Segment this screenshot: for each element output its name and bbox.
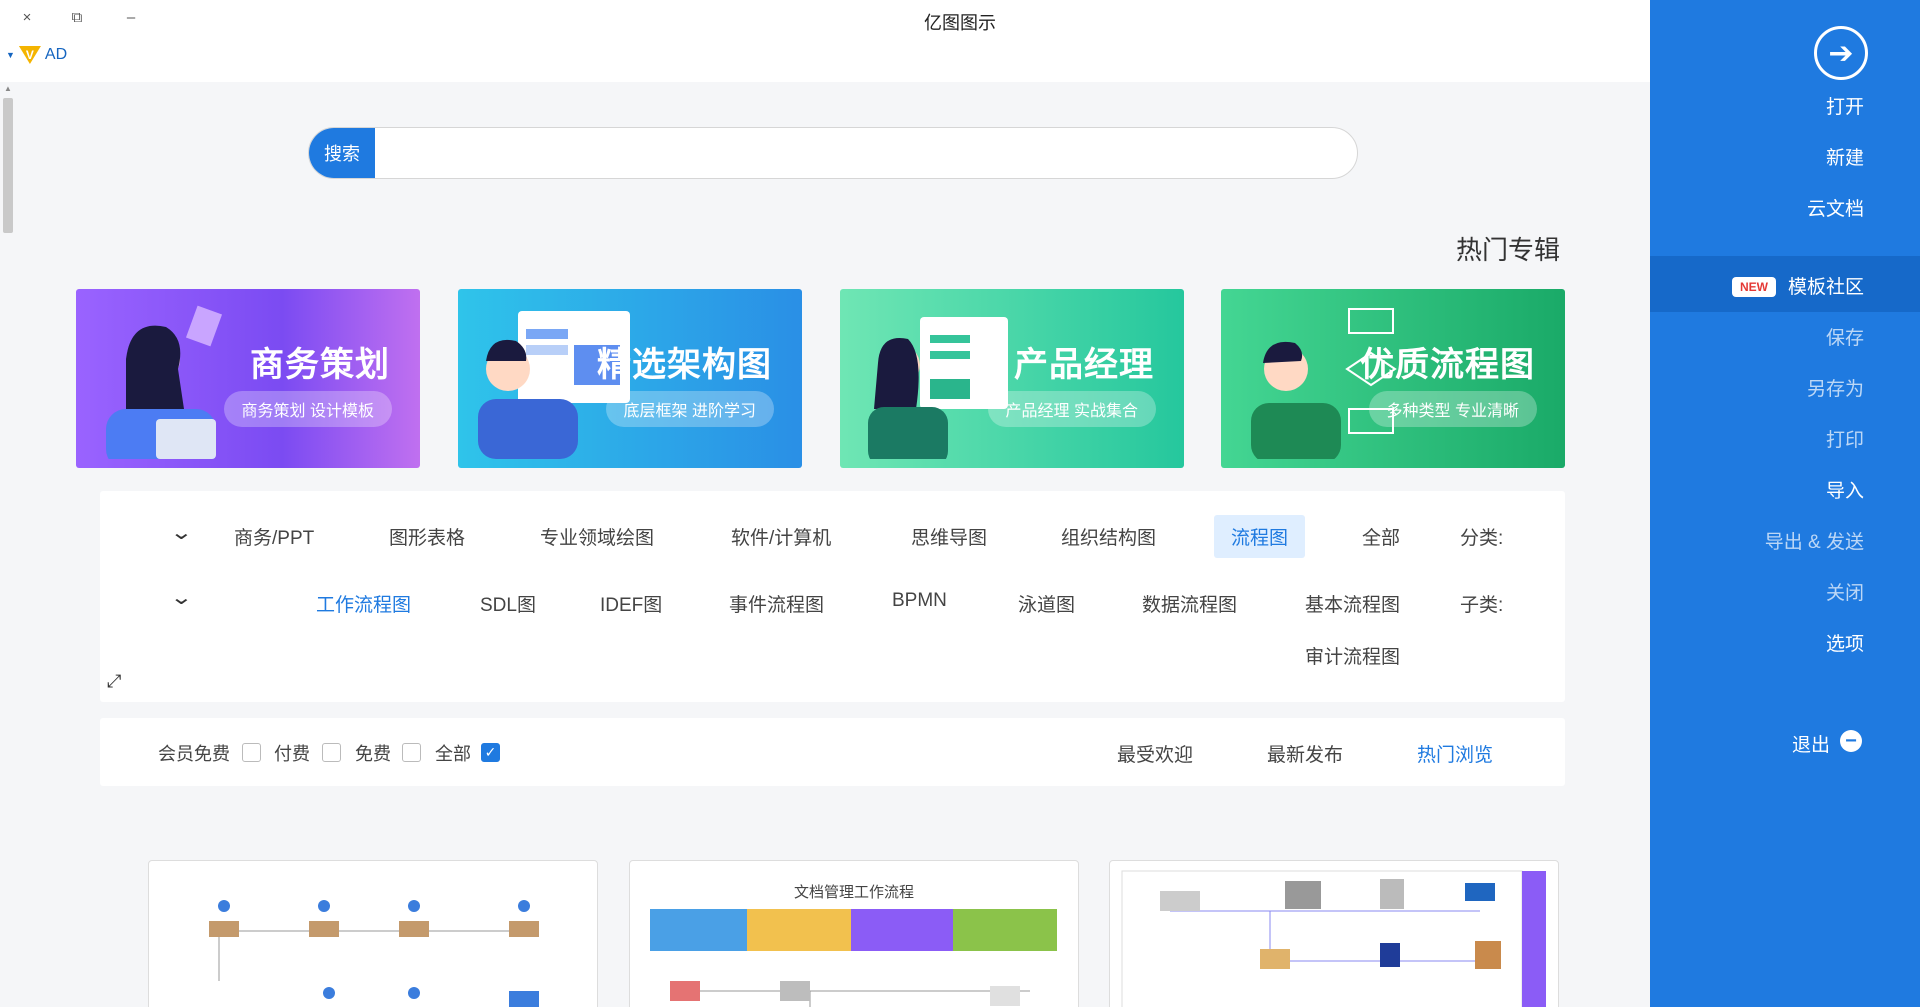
banner-title: 商务策划 [250, 346, 390, 384]
sidebar-item-exit[interactable]: 退出 [1792, 730, 1830, 757]
chevron-down-icon[interactable]: ⌄ [170, 520, 193, 545]
template-card[interactable] [1109, 860, 1559, 1007]
banner-title: 产品经理 [1014, 346, 1154, 384]
checkbox-paid[interactable] [322, 743, 341, 762]
account-name: AD [44, 46, 68, 63]
subcategory-workflow[interactable]: 工作流程图 [316, 590, 411, 617]
checkbox-member-free[interactable] [242, 743, 261, 762]
scrollbar-thumb[interactable] [3, 98, 13, 233]
minus-circle-icon: − [1840, 730, 1862, 752]
sidebar-item-open[interactable]: 打开 [1826, 92, 1864, 119]
sort-newest[interactable]: 最新发布 [1267, 740, 1343, 767]
checkbox-free[interactable] [402, 743, 421, 762]
checkbox-free-label: 免费 [355, 744, 391, 764]
subcategory-basic[interactable]: 基本流程图 [1305, 590, 1400, 617]
title-bar: 亿图图示 × ⧉ – [0, 0, 1650, 40]
category-flowchart[interactable]: 流程图 [1214, 515, 1306, 558]
subcategory-data-flow[interactable]: 数据流程图 [1142, 590, 1237, 617]
banner-subtitle: 多种类型 专业清晰 [1368, 391, 1537, 427]
person-illustration-icon [106, 305, 223, 459]
banner-architecture[interactable]: 精选架构图 底层框架 进阶学习 [458, 289, 802, 468]
sort-hot[interactable]: 热门浏览 [1417, 740, 1493, 767]
chevron-down-icon: ▼ [6, 50, 15, 60]
hot-albums-title: 热门专辑 [1456, 235, 1561, 265]
category-business-ppt[interactable]: 商务/PPT [234, 523, 314, 550]
sidebar-item-import[interactable]: 导入 [1826, 476, 1864, 503]
banner-subtitle: 底层框架 进阶学习 [605, 391, 774, 427]
sidebar-item-save[interactable]: 保存 [1826, 323, 1864, 350]
category-all[interactable]: 全部 [1362, 523, 1400, 550]
search-button[interactable]: 搜索 [309, 128, 375, 178]
checkbox-paid-label: 付费 [274, 744, 310, 764]
banner-business-planning[interactable]: 商务策划 商务策划 设计模板 [76, 289, 420, 468]
category-org-chart[interactable]: 组织结构图 [1061, 523, 1156, 550]
chevron-down-icon[interactable]: ⌄ [170, 585, 193, 610]
category-professional[interactable]: 专业领域绘图 [540, 523, 654, 550]
checkbox-all[interactable]: ✓ [481, 743, 500, 762]
template-card[interactable] [148, 860, 598, 1007]
checkbox-all-label: 全部 [435, 744, 471, 764]
subcategory-audit[interactable]: 审计流程图 [1305, 642, 1400, 669]
subcategory-event[interactable]: 事件流程图 [729, 590, 824, 617]
sidebar-item-export-send[interactable]: 导出 & 发送 [1765, 527, 1864, 554]
banner-subtitle: 商务策划 设计模板 [223, 391, 392, 427]
subcategory-sdl[interactable]: SDL图 [480, 590, 536, 617]
category-software[interactable]: 软件/计算机 [731, 523, 831, 550]
category-graphic-table[interactable]: 图形表格 [389, 523, 465, 550]
banner-flowchart[interactable]: 优质流程图 多种类型 专业清晰 [1221, 289, 1565, 468]
sidebar-item-cloud-docs[interactable]: 云文档 [1807, 194, 1864, 221]
sidebar-item-close[interactable]: 关闭 [1826, 578, 1864, 605]
category-label: 分类: [1460, 528, 1504, 549]
subcategory-bpmn[interactable]: BPMN [892, 590, 947, 612]
minimize-icon[interactable]: – [118, 6, 144, 28]
person-product-illustration-icon [868, 317, 1008, 459]
sort-popular[interactable]: 最受欢迎 [1117, 740, 1193, 767]
card-thumbnail-icon [209, 900, 539, 1007]
restore-icon[interactable]: ⧉ [64, 6, 90, 28]
banner-product-manager[interactable]: 产品经理 产品经理 实战集合 [840, 289, 1184, 468]
card-thumbnail-icon [1121, 870, 1546, 1007]
template-card[interactable]: 文档管理工作流程 [629, 860, 1079, 1007]
sidebar: ➔ 打开 新建 云文档 NEW 模板社区 保存 另存为 打印 导入 导出 & 发… [1650, 0, 1920, 1007]
app-window: 亿图图示 × ⧉ – ▼ V AD ▲ 搜索 热门专辑 商务策划 商务策划 设计… [0, 0, 1920, 1007]
search-input[interactable] [379, 130, 1339, 176]
search-bar: 搜索 [308, 127, 1358, 179]
vertical-scrollbar[interactable]: ▲ [0, 82, 16, 1007]
scroll-up-icon[interactable]: ▲ [4, 84, 12, 93]
close-icon[interactable]: × [14, 6, 40, 28]
arrow-right-icon[interactable]: ➔ [1814, 26, 1868, 80]
sidebar-item-template-community[interactable]: 模板社区 [1788, 272, 1864, 299]
card-thumbnail-icon [650, 909, 1057, 1007]
sidebar-selected-highlight [1650, 256, 1920, 312]
vip-badge-icon: V [18, 46, 41, 64]
new-badge: NEW [1732, 277, 1776, 297]
checkbox-member-free-label: 会员免费 [158, 744, 230, 764]
subcategory-idef[interactable]: IDEF图 [600, 590, 662, 617]
banner-title: 优质流程图 [1360, 346, 1535, 384]
sort-bar: 热门浏览 最新发布 最受欢迎 ✓ 全部 免费 付费 会员免费 [100, 718, 1565, 786]
subcategory-label: 子类: [1460, 595, 1504, 616]
expand-icon[interactable]: ⤢ [107, 671, 121, 692]
sidebar-item-options[interactable]: 选项 [1826, 629, 1864, 656]
account-menu[interactable]: ▼ V AD [6, 46, 67, 64]
subcategory-swimlane[interactable]: 泳道图 [1018, 590, 1075, 617]
banner-subtitle: 产品经理 实战集合 [987, 391, 1156, 427]
banner-title: 精选架构图 [597, 346, 772, 384]
category-mind-map[interactable]: 思维导图 [911, 523, 987, 550]
sidebar-item-print[interactable]: 打印 [1826, 425, 1864, 452]
sidebar-item-save-as[interactable]: 另存为 [1807, 374, 1864, 401]
window-title: 亿图图示 [924, 13, 996, 33]
sidebar-item-new[interactable]: 新建 [1826, 143, 1864, 170]
